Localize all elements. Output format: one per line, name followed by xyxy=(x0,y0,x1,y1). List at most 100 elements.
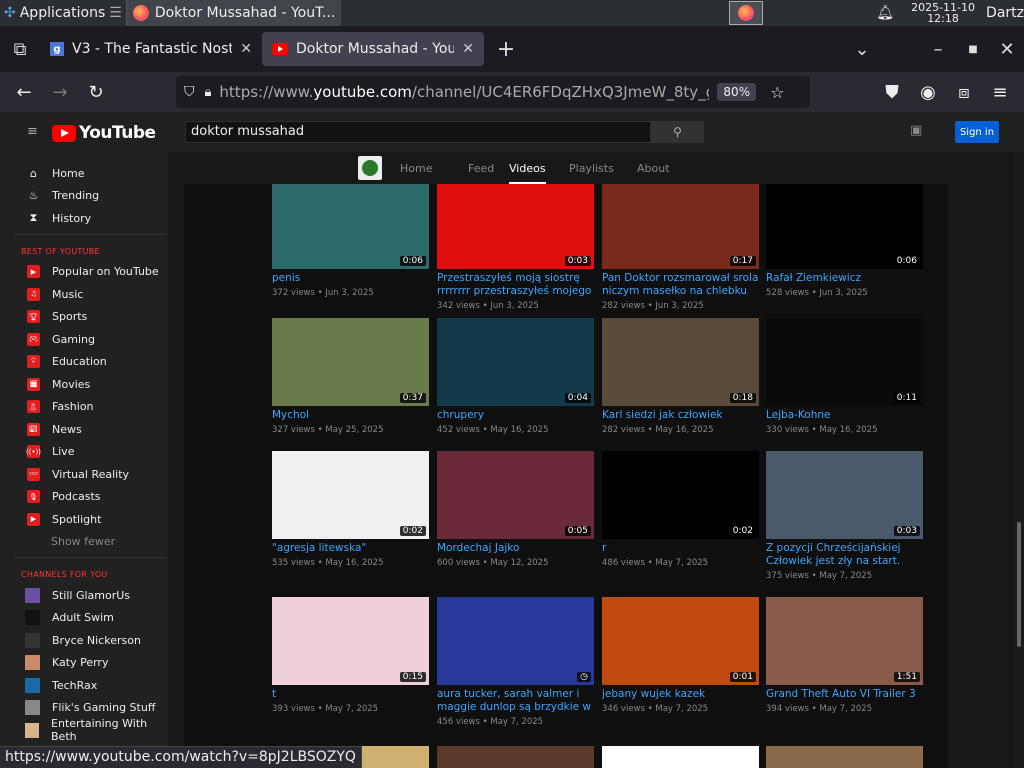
scrollbar-thumb[interactable] xyxy=(1017,522,1021,647)
video-title[interactable]: Z pozycji Chrześcijańskiej Człowiek jest… xyxy=(766,542,923,568)
video-thumbnail[interactable]: 0:02 xyxy=(602,451,759,539)
pocket-icon[interactable]: ⛊ xyxy=(874,74,910,110)
video-card[interactable]: 0:06 Rafał Ziemkiewicz 528 views • Jun 3, … xyxy=(766,184,923,298)
channel-item[interactable]: Still GlamorUs xyxy=(0,584,168,607)
video-card[interactable]: 0:06 penis 372 views • Jun 3, 2025 xyxy=(272,184,429,298)
video-card[interactable]: 0:01 jebany wujek kazek 346 views • May 7,… xyxy=(602,597,759,714)
channel-item[interactable]: TechRax xyxy=(0,674,168,697)
channel-avatar[interactable] xyxy=(358,156,382,180)
video-card[interactable]: 0:03 Przestraszyłeś moją siostrę rrrrrrrr… xyxy=(437,184,594,311)
sidebar-item-popular-on-youtube[interactable]: ▶ Popular on YouTube xyxy=(0,261,168,284)
sidebar-item-history[interactable]: ⧗ History xyxy=(0,207,168,230)
video-thumbnail[interactable]: 0:17 xyxy=(602,184,759,269)
channel-item[interactable]: Katy Perry xyxy=(0,652,168,675)
channel-item[interactable]: Entertaining With Beth xyxy=(0,717,168,743)
sidebar-item-music[interactable]: ♫ Music xyxy=(0,283,168,306)
video-card[interactable]: 0:04 chrupery 452 views • May 16, 2025 xyxy=(437,318,594,435)
video-title[interactable]: Pan Doktor rozsmarował srola niczym mase… xyxy=(602,272,759,298)
tab-feed[interactable]: Feed xyxy=(468,162,494,175)
channel-item[interactable]: Bryce Nickerson xyxy=(0,629,168,652)
notification-bell-icon[interactable]: 🔔︎ xyxy=(876,5,894,21)
extensions-icon[interactable]: ⧈ xyxy=(946,74,982,110)
video-card[interactable]: 0:03 Z pozycji Chrześcijańskiej Człowiek … xyxy=(766,451,923,581)
sidebar-item-home[interactable]: ⌂ Home xyxy=(0,162,168,185)
video-title[interactable]: Mordechaj Jajko xyxy=(437,542,594,555)
video-card[interactable]: 0:02 r 486 views • May 7, 2025 xyxy=(602,451,759,568)
sidebar-item-spotlight[interactable]: ▶ Spotlight xyxy=(0,508,168,531)
video-thumbnail[interactable]: 1:51 xyxy=(766,597,923,685)
reload-button[interactable]: ↻ xyxy=(78,74,114,110)
url-text[interactable]: https://www.youtube.com/channel/UC4ER6FD… xyxy=(219,83,709,101)
sidebar-item-fashion[interactable]: 👗︎ Fashion xyxy=(0,396,168,419)
url-bar[interactable]: ⛉ 🔒︎ https://www.youtube.com/channel/UC4… xyxy=(176,76,810,108)
zoom-level[interactable]: 80% xyxy=(717,83,757,101)
tab-about[interactable]: About xyxy=(637,162,670,175)
page-scrollbar[interactable] xyxy=(1014,152,1024,768)
video-thumbnail[interactable]: 0:37 xyxy=(272,318,429,406)
search-input[interactable]: doktor mussahad xyxy=(185,121,651,143)
close-tab-icon[interactable]: ✕ xyxy=(462,41,474,57)
sidebar-item-education[interactable]: 💡︎ Education xyxy=(0,351,168,374)
video-card[interactable]: 0:17 Pan Doktor rozsmarował srola niczym … xyxy=(602,184,759,311)
sidebar-item-podcasts[interactable]: 🎙︎ Podcasts xyxy=(0,486,168,509)
search-button[interactable]: ⚲ xyxy=(651,121,704,143)
firefox-launcher[interactable] xyxy=(729,1,763,25)
video-title[interactable]: penis xyxy=(272,272,429,285)
video-thumbnail[interactable] xyxy=(766,746,923,768)
video-thumbnail[interactable]: 0:06 xyxy=(272,184,429,269)
tab-playlists[interactable]: Playlists xyxy=(569,162,614,175)
sidebar-item-virtual-reality[interactable]: 👓︎ Virtual Reality xyxy=(0,463,168,486)
sidebar-item-gaming[interactable]: 🎮︎ Gaming xyxy=(0,328,168,351)
video-title[interactable]: Mychol xyxy=(272,409,429,422)
clock[interactable]: 2025-11-10 12:18 xyxy=(908,2,978,24)
youtube-logo[interactable]: YouTube xyxy=(52,123,156,143)
video-title[interactable]: Rafał Ziemkiewicz xyxy=(766,272,923,285)
video-card[interactable]: 0:37 Mychol 327 views • May 25, 2025 xyxy=(272,318,429,435)
tab-home[interactable]: Home xyxy=(400,162,432,175)
video-thumbnail[interactable] xyxy=(437,746,594,768)
bookmark-star-icon[interactable]: ☆ xyxy=(770,83,784,102)
forward-button[interactable]: → xyxy=(42,74,78,110)
video-card[interactable]: 0:05 Mordechaj Jajko 600 views • May 12, 2… xyxy=(437,451,594,568)
sidebar-item-live[interactable]: ((•)) Live xyxy=(0,441,168,464)
tab-v3[interactable]: g V3 - The Fantastic Nostal ✕ xyxy=(40,32,262,66)
close-tab-icon[interactable]: ✕ xyxy=(240,41,252,57)
video-thumbnail[interactable]: 0:02 xyxy=(272,451,429,539)
video-title[interactable]: Lejba-Kohne xyxy=(766,409,923,422)
menu-icon[interactable]: ≡ xyxy=(982,74,1018,110)
applications-menu[interactable]: ✣ Applications ☰ xyxy=(0,0,126,26)
sidebar-item-sports[interactable]: 🏆︎ Sports xyxy=(0,306,168,329)
shield-icon[interactable]: ⛉ xyxy=(184,84,195,100)
video-thumbnail[interactable]: 0:11 xyxy=(766,318,923,406)
video-title[interactable]: Karl siedzi jak człowiek xyxy=(602,409,759,422)
video-card[interactable]: 0:18 Karl siedzi jak człowiek 282 views • … xyxy=(602,318,759,435)
tab-overview-icon[interactable]: ⧉ xyxy=(0,31,40,67)
video-thumbnail[interactable] xyxy=(602,746,759,768)
back-button[interactable]: ← xyxy=(6,74,42,110)
video-card[interactable]: 0:11 Lejba-Kohne 330 views • May 16, 2025 xyxy=(766,318,923,435)
video-card[interactable]: 0:02 "agresja litewska" 535 views • May 16… xyxy=(272,451,429,568)
sidebar-item-news[interactable]: 📰︎ News xyxy=(0,418,168,441)
upload-video-icon[interactable]: ▣ xyxy=(910,123,922,138)
video-card[interactable]: ◷ aura tucker, sarah valmer i maggie dunl… xyxy=(437,597,594,727)
video-thumbnail[interactable]: 0:18 xyxy=(602,318,759,406)
video-thumbnail[interactable]: 0:03 xyxy=(766,451,923,539)
channel-item[interactable]: Flik's Gaming Stuff xyxy=(0,697,168,720)
video-thumbnail[interactable]: 0:15 xyxy=(272,597,429,685)
video-title[interactable]: Grand Theft Auto VI Trailer 3 xyxy=(766,688,923,701)
video-thumbnail[interactable]: ◷ xyxy=(437,597,594,685)
account-icon[interactable]: ◉ xyxy=(910,74,946,110)
hamburger-menu-icon[interactable]: ≡ xyxy=(27,124,38,139)
taskbar-window-button[interactable]: Doktor Mussahad - YouT... xyxy=(125,0,342,26)
video-title[interactable]: r xyxy=(602,542,759,555)
sidebar-item-movies[interactable]: 🎬︎ Movies xyxy=(0,373,168,396)
video-title[interactable]: jebany wujek kazek xyxy=(602,688,759,701)
video-thumbnail[interactable]: 0:03 xyxy=(437,184,594,269)
video-thumbnail[interactable]: 0:04 xyxy=(437,318,594,406)
tab-videos[interactable]: Videos xyxy=(509,162,546,184)
watch-later-clock-icon[interactable]: ◷ xyxy=(577,672,591,682)
video-title[interactable]: t xyxy=(272,688,429,701)
video-thumbnail[interactable]: 0:05 xyxy=(437,451,594,539)
user-name[interactable]: Dartz xyxy=(986,5,1024,21)
video-thumbnail[interactable]: 0:06 xyxy=(766,184,923,269)
